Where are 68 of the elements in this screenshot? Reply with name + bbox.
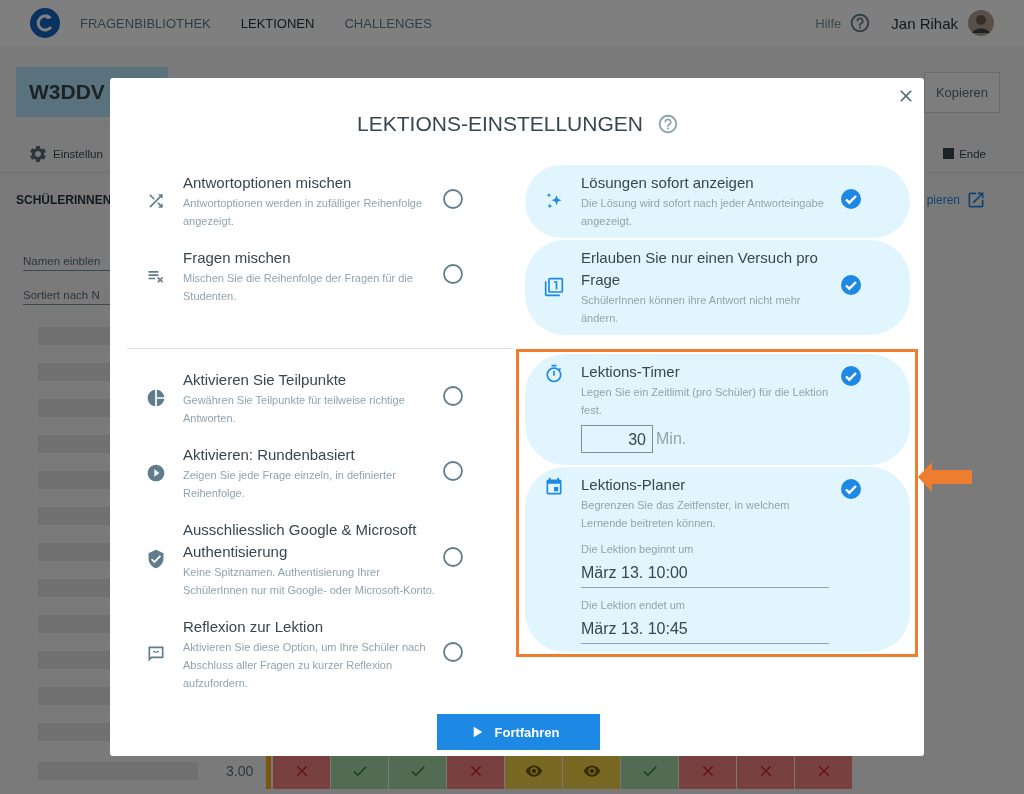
eye-icon (582, 762, 601, 780)
date-field[interactable]: März 13. 10:00 (581, 558, 829, 588)
help-icon (849, 12, 872, 34)
option-description: Keine Spitznamen. Authentisierung Ihrer SchülerInnen nur mit Google- oder Microsoft-Konto. (183, 565, 436, 598)
settings-tab[interactable]: Einstellun (53, 147, 103, 160)
checkbox[interactable] (840, 188, 862, 210)
option-title: Antwortoptionen mischen (183, 173, 353, 193)
option-title: Aktivieren: Rundenbasiert (183, 445, 356, 465)
option-description: Aktivieren Sie diese Option, um Ihre Schüler nach Abschluss aller Fragen zu kurzer Reflexion aufzufordern. (183, 640, 427, 691)
checkbox[interactable] (442, 385, 464, 407)
option-title: Aktivieren Sie Teilpunkte (183, 370, 348, 390)
checkbox[interactable] (840, 365, 862, 387)
checkbox[interactable] (442, 263, 464, 285)
option-description: Mischen Sie die Reihenfolge der Fragen für die Studenten. (183, 271, 414, 304)
date-field[interactable]: März 13. 10:45 (581, 614, 829, 644)
dialog-title: LEKTIONS-EINSTELLUNGEN (357, 111, 643, 136)
stop-icon (943, 148, 955, 159)
field-label: Die Lektion endet um (581, 598, 686, 612)
external-link-icon (966, 190, 986, 210)
gear-icon (28, 143, 48, 164)
shuffle-icon (146, 191, 166, 211)
option-title: Fragen mischen (183, 248, 292, 268)
help-icon (656, 112, 679, 135)
shield-check-icon (146, 549, 166, 569)
option-title: Ausschliesslich Google & Microsoft Authentisierung (183, 520, 418, 562)
timer-icon (544, 364, 564, 384)
copy-link[interactable]: pieren (926, 193, 960, 207)
nav-link[interactable]: CHALLENGES (344, 15, 432, 31)
option-description: SchülerInnen können ihre Antwort nicht mehr ändern. (581, 293, 802, 326)
checkbox[interactable] (442, 188, 464, 210)
option-description: Legen Sie ein Zeitlimit (pro Schüler) für die Lektion fest. (581, 385, 829, 418)
option-title: Reflexion zur Lektion (183, 617, 325, 637)
minutes-field[interactable]: 30 (581, 425, 653, 453)
pie-chart-icon (146, 388, 166, 408)
score: 3.00 (226, 763, 255, 779)
play-icon (146, 463, 166, 483)
stacked-squares-icon (544, 277, 564, 297)
row-marker (266, 753, 271, 789)
calendar-icon (544, 477, 564, 497)
students-label: SCHÜLERINNEN (16, 193, 112, 207)
option-description: Zeigen Sie jede Frage einzeln, in definierter Reihenfolge. (183, 468, 397, 501)
checkbox[interactable] (442, 641, 464, 663)
avatar[interactable] (968, 10, 994, 36)
nav-link[interactable]: LEKTIONEN (240, 15, 315, 31)
option-description: Gewähren Sie Teilpunkte für teilweise richtige Antworten. (183, 393, 406, 426)
field-label: Die Lektion beginnt um (581, 542, 695, 556)
eye-icon (524, 762, 543, 780)
user-name: Jan Rihak (891, 14, 958, 32)
chat-icon (146, 644, 166, 664)
copy-button[interactable]: Kopieren (923, 71, 1000, 113)
checkbox[interactable] (840, 478, 862, 500)
logo[interactable] (30, 8, 60, 38)
option-title: Lektions-Planer (581, 475, 687, 495)
end-button[interactable]: Ende (959, 147, 986, 160)
help-link[interactable]: Hilfe (815, 15, 842, 31)
option-title: Erlauben Sie nur einen Versuch pro Frage (581, 248, 819, 290)
sparkles-icon (544, 191, 564, 211)
unit-label: Min. (656, 430, 687, 448)
checkbox[interactable] (840, 274, 862, 296)
option-title: Lösungen sofort anzeigen (581, 173, 755, 193)
nav-link[interactable]: FRAGENBIBLIOTHEK (80, 15, 211, 31)
continue-button[interactable]: Fortfahren (436, 714, 600, 750)
option-description: Begrenzen Sie das Zeitfenster, in welchem Lernende beitreten können. (581, 498, 791, 531)
option-description: Die Lösung wird sofort nach jeder Antworteingabe angezeigt. (581, 196, 825, 229)
option-description: Antwortoptionen werden in zufälliger Reihenfolge angezeigt. (183, 196, 424, 229)
checkbox[interactable] (442, 460, 464, 482)
checkbox[interactable] (442, 546, 464, 568)
option-title: Lektions-Timer (581, 362, 681, 382)
